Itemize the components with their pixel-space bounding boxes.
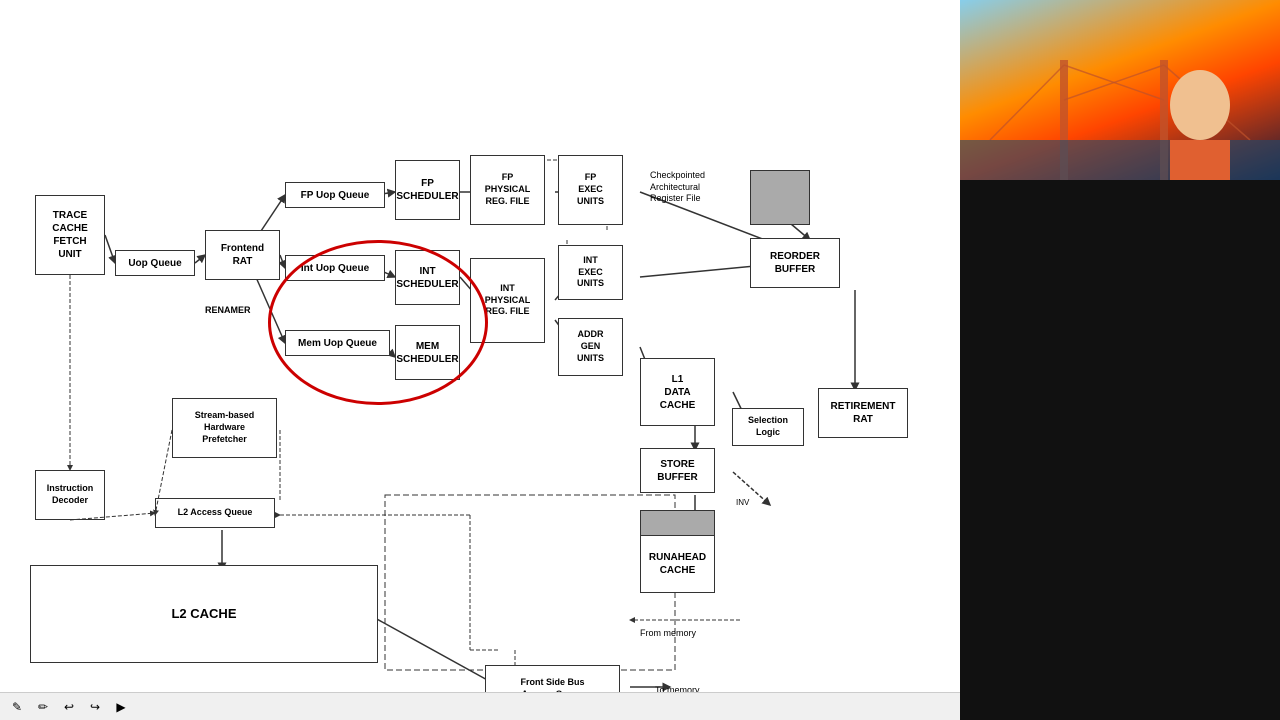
fp-exec-units-box: FPEXECUNITS <box>558 155 623 225</box>
fp-physical-reg-box: FPPHYSICALREG. FILE <box>470 155 545 225</box>
uop-queue-box: Uop Queue <box>115 250 195 276</box>
diagram: TRACECACHEFETCHUNIT Uop Queue FrontendRA… <box>10 110 950 710</box>
runahead-cache-box: RUNAHEADCACHE <box>640 535 715 593</box>
l2-access-queue-box: L2 Access Queue <box>155 498 275 528</box>
from-memory-label: From memory <box>640 628 696 638</box>
toolbar: ✎ ✏ ↩ ↪ ▶ <box>0 692 960 720</box>
pen-icon[interactable]: ✏ <box>34 698 52 716</box>
inv-label: INV <box>736 498 749 507</box>
webcam-background <box>960 0 1280 180</box>
fp-uop-queue-box: FP Uop Queue <box>285 182 385 208</box>
webcam-area <box>960 0 1280 180</box>
int-exec-units-box: INTEXECUNITS <box>558 245 623 300</box>
dark-panel <box>960 180 1280 720</box>
play-icon[interactable]: ▶ <box>112 698 130 716</box>
renamer-label: RENAMER <box>205 305 251 315</box>
undo-icon[interactable]: ↩ <box>60 698 78 716</box>
redo-icon[interactable]: ↪ <box>86 698 104 716</box>
int-scheduler-box: INTSCHEDULER <box>395 250 460 305</box>
trace-cache-box: TRACECACHEFETCHUNIT <box>35 195 105 275</box>
stream-hw-prefetch-box: Stream-basedHardwarePrefetcher <box>172 398 277 458</box>
l1-data-cache-box: L1DATACACHE <box>640 358 715 426</box>
store-buffer-box: STOREBUFFER <box>640 448 715 493</box>
instruction-decoder-box: InstructionDecoder <box>35 470 105 520</box>
frontend-rat-box: FrontendRAT <box>205 230 280 280</box>
int-physical-reg-box: INTPHYSICALREG. FILE <box>470 258 545 343</box>
checkpointed-reg-label: CheckpointedArchitecturalRegister File <box>650 170 745 225</box>
retirement-rat-box: RETIREMENTRAT <box>818 388 908 438</box>
mem-scheduler-box: MEMSCHEDULER <box>395 325 460 380</box>
int-uop-queue-box: Int Uop Queue <box>285 255 385 281</box>
pencil-icon[interactable]: ✎ <box>8 698 26 716</box>
l2-cache-box: L2 CACHE <box>30 565 378 663</box>
addr-gen-units-box: ADDRGENUNITS <box>558 318 623 376</box>
selection-logic-box: SelectionLogic <box>732 408 804 446</box>
runahead-gray-box <box>640 510 715 538</box>
reorder-buffer-box: REORDERBUFFER <box>750 238 840 288</box>
main-slide: TRACECACHEFETCHUNIT Uop Queue FrontendRA… <box>0 0 960 720</box>
fp-scheduler-box: FPSCHEDULER <box>395 160 460 220</box>
mem-uop-queue-box: Mem Uop Queue <box>285 330 390 356</box>
checkpointed-gray-box <box>750 170 810 225</box>
